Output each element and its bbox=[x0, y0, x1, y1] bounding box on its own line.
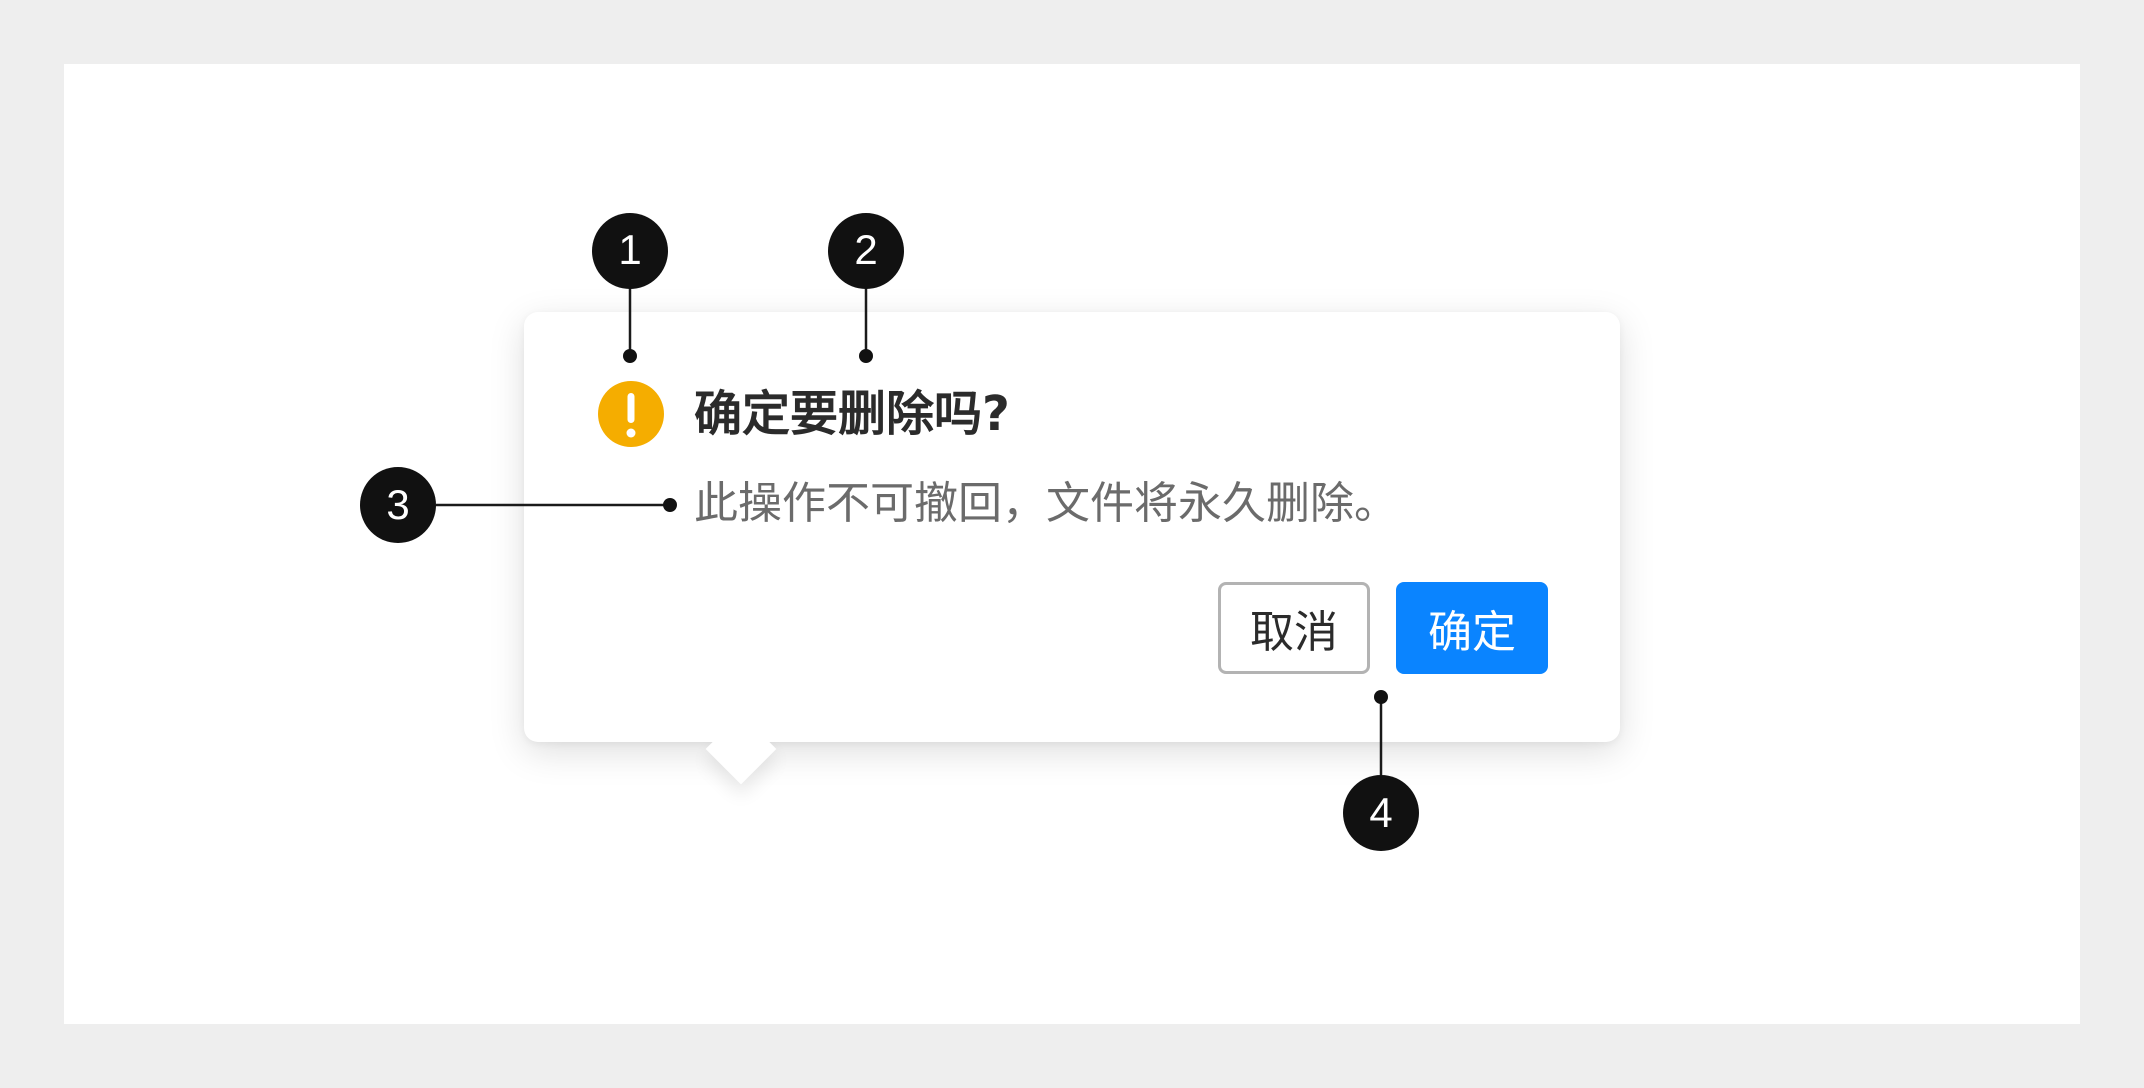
annotation-layer: 1 2 3 4 bbox=[360, 213, 1419, 851]
callout-4: 4 bbox=[1343, 690, 1419, 851]
callout-2: 2 bbox=[828, 213, 904, 363]
callout-1-anchor-dot bbox=[623, 349, 637, 363]
callout-1: 1 bbox=[592, 213, 668, 363]
callout-4-anchor-dot bbox=[1374, 690, 1388, 704]
callout-3-anchor-dot bbox=[663, 498, 677, 512]
callout-4-number: 4 bbox=[1369, 789, 1392, 836]
callout-3-number: 3 bbox=[386, 481, 409, 528]
callout-2-anchor-dot bbox=[859, 349, 873, 363]
callout-3: 3 bbox=[360, 467, 677, 543]
callout-2-number: 2 bbox=[854, 226, 877, 273]
callout-1-number: 1 bbox=[618, 226, 641, 273]
